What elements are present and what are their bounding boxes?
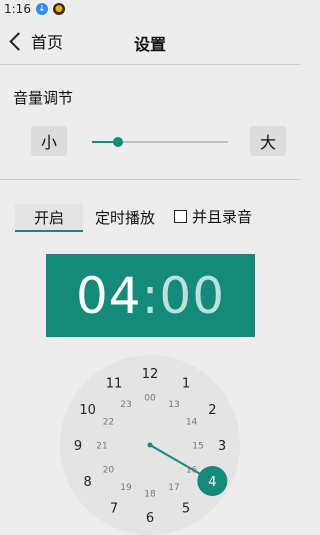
clock-hour-8[interactable]: 8 — [84, 475, 92, 490]
clock-hour-12[interactable]: 12 — [142, 367, 159, 382]
status-bar: 1:16 ↓ ● — [0, 0, 304, 18]
clock-hour-21[interactable]: 21 — [96, 442, 107, 452]
clock-hour-22[interactable]: 22 — [103, 418, 114, 428]
clock-hour-3[interactable]: 3 — [218, 439, 226, 454]
clock-hour-2[interactable]: 2 — [208, 403, 216, 418]
clock-hour-4[interactable]: 4 — [208, 475, 216, 490]
clock-hour-18[interactable]: 18 — [144, 490, 156, 500]
clock-hour-13[interactable]: 13 — [168, 400, 179, 410]
enable-button[interactable]: 开启 — [15, 204, 83, 232]
clock-hour-15[interactable]: 15 — [192, 442, 203, 452]
timer-options-row: 开启 定时播放 并且录音 — [0, 200, 300, 232]
volume-slider-thumb[interactable] — [112, 137, 123, 147]
clock-hour-17[interactable]: 17 — [168, 483, 179, 493]
volume-down-button[interactable]: 小 — [31, 126, 67, 156]
record-checkbox[interactable]: 并且录音 — [174, 206, 252, 227]
volume-label: 音量调节 — [13, 89, 74, 107]
volume-up-button[interactable]: 大 — [250, 126, 286, 156]
clock-hour-00[interactable]: 00 — [144, 394, 156, 404]
status-time: 1:16 — [4, 2, 31, 16]
checkbox-icon[interactable] — [174, 210, 187, 223]
timer-label: 定时播放 — [95, 209, 156, 227]
clock-center-dot — [147, 442, 153, 448]
clock-hour-1[interactable]: 1 — [182, 377, 190, 392]
clock-hour-23[interactable]: 23 — [120, 400, 131, 410]
clock-hour-20[interactable]: 20 — [103, 466, 115, 476]
download-icon: ↓ — [35, 3, 48, 15]
volume-slider[interactable] — [92, 137, 228, 147]
clock-hour-11[interactable]: 11 — [106, 377, 123, 392]
time-minutes[interactable]: 00 — [159, 267, 225, 325]
clock-hour-19[interactable]: 19 — [120, 483, 132, 493]
clock-dial-numbers[interactable]: 121234567891011001314151617181920212223 — [60, 355, 240, 535]
clock-hour-5[interactable]: 5 — [182, 501, 190, 516]
clock-hour-6[interactable]: 6 — [146, 511, 154, 526]
volume-section: 音量调节 小 大 — [0, 65, 300, 180]
clock-hour-9[interactable]: 9 — [74, 439, 82, 454]
app-notification-icon: ● — [52, 3, 65, 15]
clock-hour-16[interactable]: 16 — [186, 466, 198, 476]
time-hours[interactable]: 04 — [76, 267, 142, 325]
clock-hour-7[interactable]: 7 — [110, 501, 118, 516]
time-display[interactable]: 04:00 — [46, 254, 255, 337]
page-title: 设置 — [133, 35, 166, 54]
time-separator: : — [141, 266, 160, 325]
clock-hour-10[interactable]: 10 — [79, 403, 96, 418]
app-bar: 首页 设置 — [0, 18, 300, 65]
record-label: 并且录音 — [192, 208, 253, 226]
clock-hour-14[interactable]: 14 — [186, 418, 198, 428]
